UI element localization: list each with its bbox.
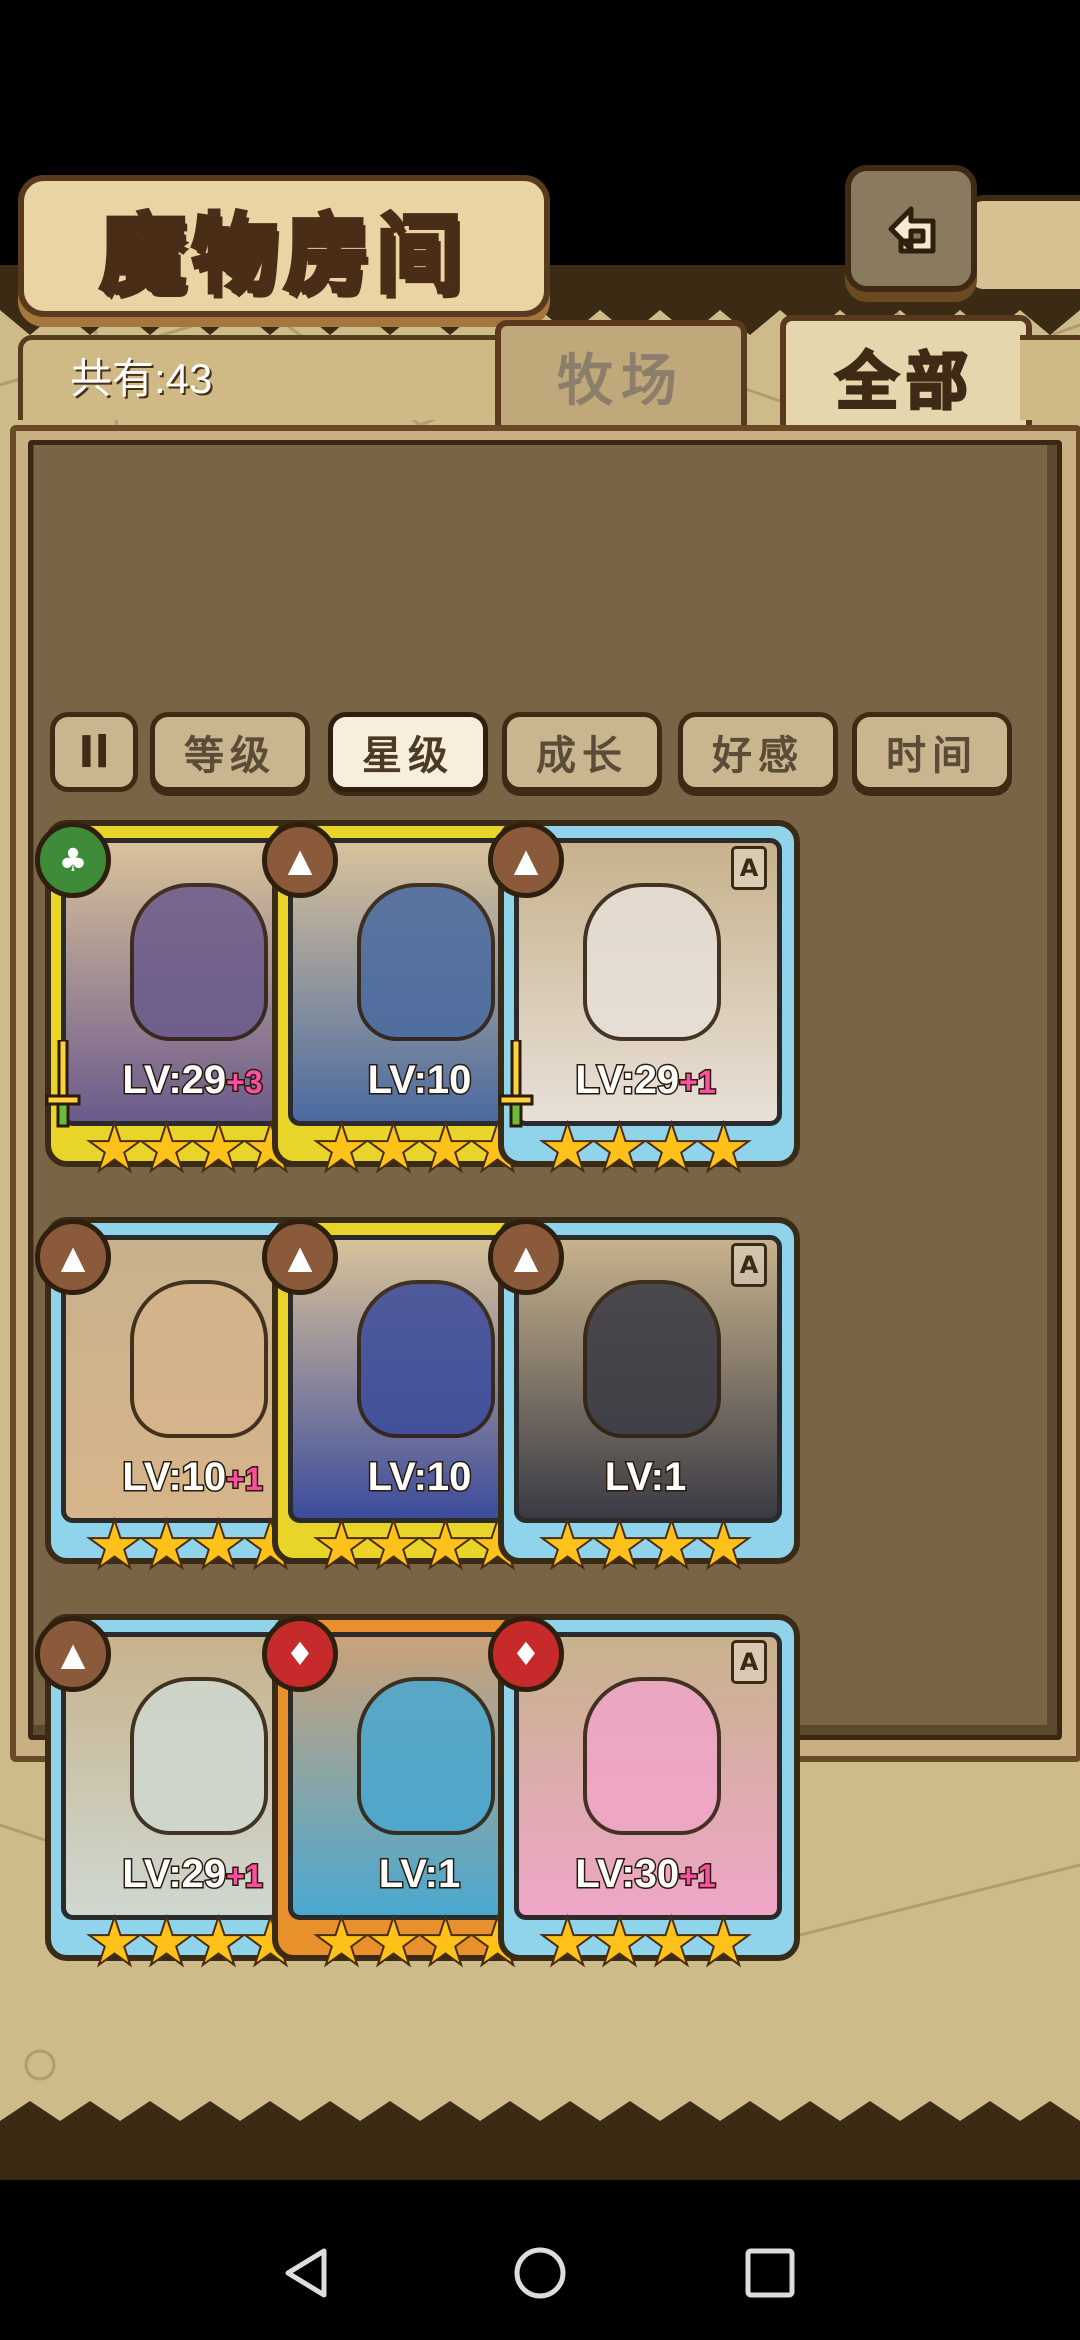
- star-icon: ★: [366, 1908, 422, 1976]
- earth-element-icon: ▲: [262, 1219, 338, 1295]
- tab-rail: [1020, 335, 1080, 420]
- return-arrow-icon: [888, 206, 936, 253]
- rarity-badge: A: [731, 846, 767, 890]
- title-plate: 魔物房间: [18, 175, 550, 317]
- star-icon: ★: [540, 1908, 596, 1976]
- star-icon: ★: [87, 1511, 143, 1579]
- star-icon: ★: [191, 1908, 247, 1976]
- tab-ranch[interactable]: 牧场: [495, 320, 747, 426]
- page-title: 魔物房间: [98, 202, 468, 307]
- nav-home-icon[interactable]: [512, 2245, 568, 2301]
- back-button-rail: [965, 195, 1080, 295]
- bottom-zigzag-border: [0, 2101, 1080, 2181]
- star-icon: ★: [139, 1511, 195, 1579]
- star-icon: ★: [191, 1114, 247, 1182]
- portrait-figure: [130, 1677, 268, 1835]
- star-icon: ★: [139, 1114, 195, 1182]
- star-icon: ★: [314, 1114, 370, 1182]
- level-bonus: +1: [225, 1857, 265, 1896]
- earth-element-icon: ▲: [35, 1219, 111, 1295]
- star-icon: ★: [139, 1908, 195, 1976]
- tab-all[interactable]: 全部: [780, 315, 1032, 431]
- portrait-figure: [357, 1280, 495, 1438]
- rarity-badge: A: [731, 1243, 767, 1287]
- level-value: LV:29: [574, 1057, 681, 1104]
- nav-recents-icon[interactable]: [742, 2245, 798, 2301]
- star-icon: ★: [540, 1114, 596, 1182]
- earth-element-icon: ▲: [488, 822, 564, 898]
- earth-element-icon: ▲: [262, 822, 338, 898]
- level-label: LV:29+1: [488, 1057, 803, 1104]
- level-value: LV:10: [366, 1454, 473, 1501]
- star-icon: ★: [644, 1114, 700, 1182]
- level-value: LV:10: [121, 1454, 228, 1501]
- star-icon: ★: [418, 1114, 474, 1182]
- star-icon: ★: [418, 1511, 474, 1579]
- level-label: LV:1: [488, 1454, 803, 1501]
- star-icon: ★: [644, 1908, 700, 1976]
- portrait-figure: [357, 1677, 495, 1835]
- level-bonus: +3: [225, 1063, 265, 1102]
- star-icon: ★: [366, 1114, 422, 1182]
- star-icon: ★: [696, 1908, 752, 1976]
- star-rating: ★★★★: [538, 1511, 753, 1579]
- level-label: LV:30+1: [488, 1851, 803, 1898]
- star-icon: ★: [366, 1511, 422, 1579]
- earth-element-icon: ▲: [488, 1219, 564, 1295]
- star-icon: ★: [87, 1114, 143, 1182]
- level-bonus: +1: [678, 1857, 718, 1896]
- star-icon: ★: [314, 1908, 370, 1976]
- nav-back-icon[interactable]: [280, 2245, 336, 2301]
- earth-element-icon: ▲: [35, 1616, 111, 1692]
- star-rating: ★★★★: [538, 1114, 753, 1182]
- portrait-figure: [130, 1280, 268, 1438]
- star-icon: ★: [592, 1114, 648, 1182]
- level-value: LV:1: [603, 1454, 687, 1501]
- portrait-figure: [583, 883, 721, 1041]
- sort-order-icon: Il: [78, 726, 110, 778]
- level-bonus: +1: [678, 1063, 718, 1102]
- monster-card[interactable]: A ♦ LV:30+1 ★ ★ ★ ★: [488, 1614, 803, 1984]
- star-icon: ★: [87, 1908, 143, 1976]
- grass-element-icon: ♣: [35, 822, 111, 898]
- portrait-figure: [583, 1280, 721, 1438]
- star-icon: ★: [696, 1114, 752, 1182]
- sort-growth-button[interactable]: 成长: [502, 712, 662, 792]
- level-value: LV:1: [377, 1851, 461, 1898]
- fire-element-icon: ♦: [262, 1616, 338, 1692]
- level-bonus: +1: [225, 1460, 265, 1499]
- monster-count: 共有:43: [70, 355, 213, 402]
- sort-order-toggle[interactable]: Il: [50, 712, 138, 792]
- portrait-figure: [357, 883, 495, 1041]
- level-value: LV:29: [121, 1851, 228, 1898]
- portrait-figure: [130, 883, 268, 1041]
- monster-card[interactable]: A ▲ LV:1 ★ ★ ★ ★: [488, 1217, 803, 1587]
- level-value: LV:29: [121, 1057, 228, 1104]
- rarity-badge: A: [731, 1640, 767, 1684]
- back-button[interactable]: [845, 165, 977, 292]
- portrait-figure: [583, 1677, 721, 1835]
- monster-card[interactable]: A▲LV:29+1★★★★: [488, 820, 803, 1190]
- sort-level-button[interactable]: 等级: [150, 712, 310, 792]
- level-value: LV:10: [366, 1057, 473, 1104]
- star-icon: ★: [540, 1511, 596, 1579]
- star-icon: ★: [418, 1908, 474, 1976]
- sort-affection-button[interactable]: 好感: [678, 712, 838, 792]
- star-icon: ★: [592, 1908, 648, 1976]
- fire-element-icon: ♦: [488, 1616, 564, 1692]
- sort-time-button[interactable]: 时间: [852, 712, 1012, 792]
- star-icon: ★: [314, 1511, 370, 1579]
- star-icon: ★: [592, 1511, 648, 1579]
- star-icon: ★: [191, 1511, 247, 1579]
- level-value: LV:30: [574, 1851, 681, 1898]
- star-rating: ★★★★: [538, 1908, 753, 1976]
- star-icon: ★: [644, 1511, 700, 1579]
- star-icon: ★: [696, 1511, 752, 1579]
- sort-star-button[interactable]: 星级: [328, 712, 488, 792]
